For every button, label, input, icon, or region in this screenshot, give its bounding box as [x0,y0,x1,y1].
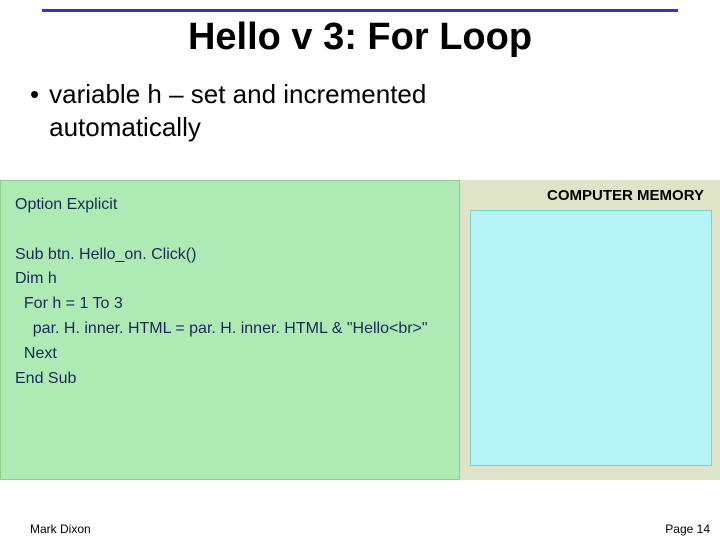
bullet-block: • variable h – set and incremented autom… [30,78,680,143]
panels: Option Explicit Sub btn. Hello_on. Click… [0,180,720,480]
footer-page: Page 14 [665,522,710,536]
title-rule [42,9,678,12]
slide-title: Hello v 3: For Loop [0,16,720,59]
bullet-rest1: – set and incremented [162,79,427,109]
code-l3: Sub btn. Hello_on. Click() [15,246,196,263]
code-panel: Option Explicit Sub btn. Hello_on. Click… [0,180,460,480]
bullet-var: h [147,79,161,109]
memory-label: COMPUTER MEMORY [460,180,720,210]
bullet-dot: • [30,78,39,111]
code-l7: Next [15,345,57,362]
memory-panel [470,210,712,466]
memory-column: COMPUTER MEMORY [460,180,720,480]
code-l4: Dim h [15,270,57,287]
footer: Mark Dixon Page 14 [30,522,710,536]
bullet-line2: automatically [49,112,201,142]
code-l8: End Sub [15,370,76,387]
code-l5: For h = 1 To 3 [15,295,123,312]
footer-author: Mark Dixon [30,522,91,536]
code-l6: par. H. inner. HTML = par. H. inner. HTM… [15,320,428,337]
bullet-prefix: variable [49,79,147,109]
code-l1: Option Explicit [15,196,117,213]
